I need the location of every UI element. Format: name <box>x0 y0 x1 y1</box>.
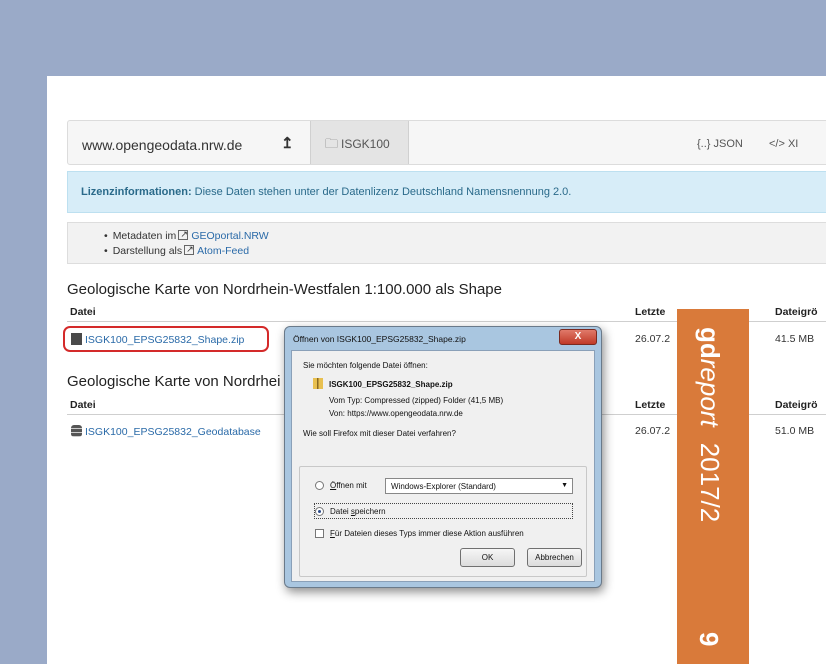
json-link[interactable]: {..} JSON <box>697 138 743 150</box>
always-rest: ür Dateien dieses Typs immer diese Aktio… <box>334 529 524 538</box>
size-cell: 41.5 MB <box>775 333 815 345</box>
xml-link[interactable]: </> XI <box>769 138 798 150</box>
magazine-title: gdreport 2017/2 <box>694 327 725 522</box>
dialog-question: Wie soll Firefox mit dieser Datei verfah… <box>303 429 456 438</box>
open-with-label[interactable]: Öffnen mit <box>330 481 367 490</box>
magazine-band: gdreport 2017/2 9 <box>677 309 749 664</box>
geoportal-link[interactable]: GEOportal.NRW <box>191 230 268 242</box>
ok-button[interactable]: OK <box>460 548 515 567</box>
atom-feed-link[interactable]: Atom-Feed <box>197 245 249 257</box>
save-file-radio[interactable] <box>315 507 324 516</box>
date-cell: 26.07.2 <box>635 333 671 345</box>
col-header-date: Letzte <box>635 399 666 411</box>
section-title-shape: Geologische Karte von Nordrhein-Westfale… <box>67 281 502 298</box>
magazine-title-report: report <box>695 358 725 427</box>
dialog-body: Sie möchten folgende Datei öffnen: ISGK1… <box>291 350 595 582</box>
filename-text: ISGK100_EPSG25832_Shape.zip <box>329 380 453 389</box>
table-row[interactable]: ISGK100_EPSG25832_Shape.zip <box>71 333 244 346</box>
licence-info-box: Lizenzinformationen: Diese Daten stehen … <box>67 171 826 213</box>
licence-heading: Lizenzinformationen: <box>81 186 192 198</box>
breadcrumb-label: ISGK100 <box>341 137 390 151</box>
file-link[interactable]: ISGK100_EPSG25832_Geodatabase <box>85 426 261 438</box>
breadcrumb[interactable]: 🗀 ISGK100 <box>310 121 409 164</box>
open-with-text: ffnen mit <box>336 481 367 490</box>
dialog-title: Öffnen von ISGK100_EPSG25832_Shape.zip <box>293 334 466 344</box>
host-link[interactable]: www.opengeodata.nrw.de <box>82 137 242 153</box>
up-arrow-icon[interactable]: ↥ <box>281 134 294 152</box>
col-header-date: Letzte <box>635 306 666 318</box>
database-icon <box>71 425 82 437</box>
atom-prefix: Darstellung als <box>112 245 183 257</box>
page-number: 9 <box>694 632 724 647</box>
action-group: Öffnen mit Windows-Explorer (Standard) ▼ … <box>299 466 587 577</box>
save-rest: peichern <box>354 507 386 516</box>
file-icon <box>71 333 82 345</box>
zip-folder-icon <box>313 378 323 389</box>
atom-item: Darstellung als Atom-Feed <box>104 242 269 259</box>
always-do-checkbox[interactable] <box>315 529 324 538</box>
save-pre: Datei <box>330 507 351 516</box>
close-button[interactable]: X <box>559 329 597 345</box>
download-dialog: Öffnen von ISGK100_EPSG25832_Shape.zip X… <box>284 326 602 588</box>
magazine-title-gd: gd <box>695 327 725 359</box>
dialog-filename: ISGK100_EPSG25832_Shape.zip <box>313 378 453 389</box>
app-select[interactable]: Windows-Explorer (Standard) ▼ <box>385 478 573 494</box>
save-file-label[interactable]: Datei speichern <box>330 507 386 516</box>
metadata-box: Metadaten im GEOportal.NRW Darstellung al… <box>67 222 826 264</box>
size-cell: 51.0 MB <box>775 425 815 437</box>
cancel-button[interactable]: Abbrechen <box>527 548 582 567</box>
external-link-icon <box>178 227 189 242</box>
col-header-file: Datei <box>70 399 96 411</box>
section-title-geodatabase: Geologische Karte von Nordrhei <box>67 373 281 390</box>
address-bar: www.opengeodata.nrw.de ↥ 🗀 ISGK100 {..} … <box>67 120 826 165</box>
file-link[interactable]: ISGK100_EPSG25832_Shape.zip <box>85 334 244 346</box>
magazine-issue: 2017/2 <box>695 442 725 523</box>
open-with-radio[interactable] <box>315 481 324 490</box>
dialog-prompt: Sie möchten folgende Datei öffnen: <box>303 361 428 370</box>
chevron-down-icon: ▼ <box>561 482 568 489</box>
external-link-icon <box>184 242 195 257</box>
file-type: Vom Typ: Compressed (zipped) Folder (41,… <box>329 396 504 405</box>
date-cell: 26.07.2 <box>635 425 671 437</box>
file-source: Von: https://www.opengeodata.nrw.de <box>329 409 463 418</box>
col-header-file: Datei <box>70 306 96 318</box>
metadata-prefix: Metadaten im <box>112 230 177 242</box>
licence-text: Diese Daten stehen unter der Datenlizenz… <box>191 186 572 198</box>
app-select-value: Windows-Explorer (Standard) <box>391 482 496 491</box>
col-header-size: Dateigrö <box>775 306 818 318</box>
always-do-label[interactable]: Für Dateien dieses Typs immer diese Akti… <box>330 529 524 538</box>
col-header-size: Dateigrö <box>775 399 818 411</box>
folder-icon: 🗀 <box>325 136 339 151</box>
table-row[interactable]: ISGK100_EPSG25832_Geodatabase <box>71 425 261 438</box>
